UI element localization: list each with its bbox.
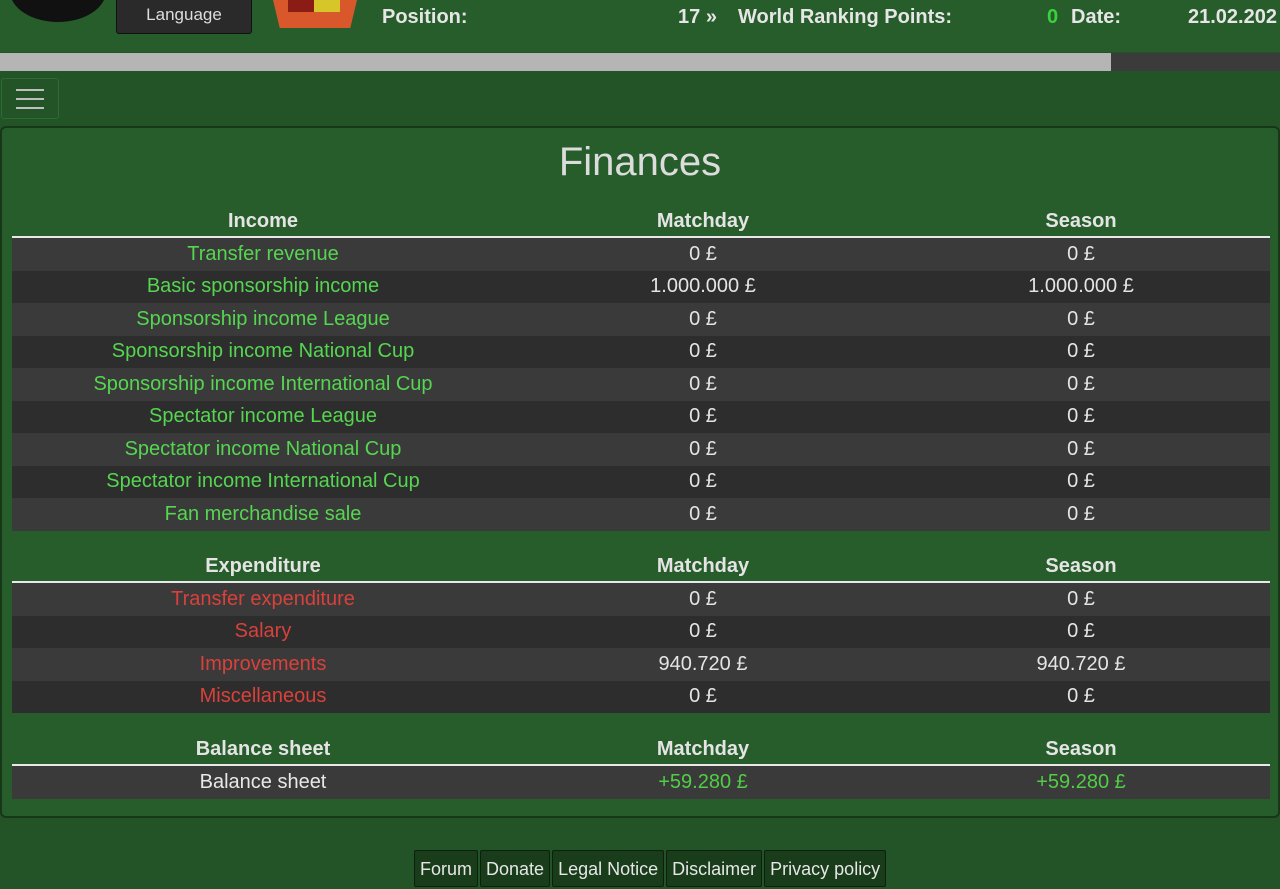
table-row: Balance sheet +59.280 £ +59.280 £ [12, 765, 1270, 799]
position-label: Position: [382, 6, 468, 28]
matchday-value: 1.000.000 £ [514, 270, 892, 303]
season-value: 0 £ [892, 303, 1270, 336]
matchday-value: +59.280 £ [514, 765, 892, 799]
ranking-value: 0 [1047, 6, 1059, 28]
season-header: Season [892, 734, 1270, 766]
table-row: Sponsorship income League 0 £0 £ [12, 303, 1270, 336]
position-number: 17 [678, 6, 701, 28]
season-value: 0 £ [892, 237, 1270, 271]
matchday-value: 0 £ [514, 582, 892, 616]
matchday-value: 0 £ [514, 303, 892, 336]
matchday-value: 940.720 £ [514, 648, 892, 681]
expenditure-header-row: Expenditure Matchday Season [12, 551, 1270, 583]
matchday-value: 0 £ [514, 498, 892, 531]
table-row: Transfer expenditure 0 £0 £ [12, 582, 1270, 616]
footer-link-forum[interactable]: Forum [414, 850, 479, 887]
table-row: Sponsorship income National Cup 0 £0 £ [12, 335, 1270, 368]
matchday-value: 0 £ [514, 335, 892, 368]
footer-link-donate[interactable]: Donate [480, 850, 551, 887]
row-label: Improvements [12, 648, 514, 681]
income-header-row: Income Matchday Season [12, 206, 1270, 238]
footer-link-legal-notice[interactable]: Legal Notice [552, 850, 665, 887]
row-label: Spectator income International Cup [12, 465, 514, 498]
language-button[interactable]: Language [116, 0, 252, 34]
row-label: Salary [12, 615, 514, 648]
season-value: 0 £ [892, 368, 1270, 401]
page-title: Finances [558, 140, 722, 184]
club-logo-icon[interactable] [10, 0, 106, 22]
season-header: Season [892, 206, 1270, 238]
footer-link-privacy-policy[interactable]: Privacy policy [764, 850, 887, 887]
matchday-value: 0 £ [514, 680, 892, 713]
matchday-value: 0 £ [514, 615, 892, 648]
income-table: Income Matchday Season Transfer revenue 0… [12, 206, 1270, 531]
position-value: 17 » [678, 6, 717, 29]
row-label: Fan merchandise sale [12, 498, 514, 531]
season-progress-bar [0, 53, 1280, 71]
season-value: 0 £ [892, 465, 1270, 498]
season-value: 0 £ [892, 680, 1270, 713]
matchday-value: 0 £ [514, 400, 892, 433]
row-label: Spectator income National Cup [12, 433, 514, 466]
season-value: 0 £ [892, 335, 1270, 368]
chevron-icon: » [705, 6, 717, 28]
ranking-label: World Ranking Points: [738, 6, 953, 28]
expenditure-table: Expenditure Matchday Season Transfer exp… [12, 551, 1270, 713]
balance-header-row: Balance sheet Matchday Season [12, 734, 1270, 766]
matchday-value: 0 £ [514, 237, 892, 271]
hamburger-menu-icon[interactable] [1, 78, 59, 119]
expenditure-header: Expenditure [12, 551, 514, 583]
finances-panel: Finances Income Matchday Season Transfer… [0, 126, 1280, 818]
table-row: Spectator income League 0 £0 £ [12, 400, 1270, 433]
matchday-header: Matchday [514, 206, 892, 238]
row-label: Miscellaneous [12, 680, 514, 713]
row-label: Spectator income League [12, 400, 514, 433]
balance-table: Balance sheet Matchday Season Balance sh… [12, 734, 1270, 799]
row-label: Basic sponsorship income [12, 270, 514, 303]
table-row: Basic sponsorship income 1.000.000 £1.000… [12, 270, 1270, 303]
season-value: 0 £ [892, 615, 1270, 648]
table-row: Spectator income International Cup 0 £0 £ [12, 465, 1270, 498]
row-label: Transfer revenue [12, 237, 514, 271]
top-header: Language Position: 17 » World Ranking Po… [0, 0, 1280, 52]
footer-links: Forum Donate Legal Notice Disclaimer Privacy… [414, 850, 887, 887]
season-value: +59.280 £ [892, 765, 1270, 799]
matchday-value: 0 £ [514, 368, 892, 401]
table-row: Spectator income National Cup 0 £0 £ [12, 433, 1270, 466]
table-row: Miscellaneous 0 £0 £ [12, 680, 1270, 713]
date-label: Date: [1071, 6, 1122, 28]
matchday-header: Matchday [514, 551, 892, 583]
table-row: Transfer revenue 0 £0 £ [12, 237, 1270, 271]
season-value: 0 £ [892, 400, 1270, 433]
crest-stripe-yellow [314, 0, 340, 12]
season-header: Season [892, 551, 1270, 583]
season-value: 0 £ [892, 498, 1270, 531]
crest-stripe-red [288, 0, 314, 12]
table-row: Fan merchandise sale 0 £0 £ [12, 498, 1270, 531]
matchday-header: Matchday [514, 734, 892, 766]
season-value: 0 £ [892, 582, 1270, 616]
row-label: Transfer expenditure [12, 582, 514, 616]
income-header: Income [12, 206, 514, 238]
row-label: Balance sheet [12, 765, 514, 799]
footer-link-disclaimer[interactable]: Disclaimer [666, 850, 763, 887]
table-row: Salary 0 £0 £ [12, 615, 1270, 648]
balance-header: Balance sheet [12, 734, 514, 766]
season-progress-fill [0, 53, 1112, 71]
row-label: Sponsorship income International Cup [12, 368, 514, 401]
date-value: 21.02.202 [1188, 6, 1277, 28]
row-label: Sponsorship income National Cup [12, 335, 514, 368]
matchday-value: 0 £ [514, 465, 892, 498]
season-value: 940.720 £ [892, 648, 1270, 681]
table-row: Sponsorship income International Cup 0 £0… [12, 368, 1270, 401]
table-row: Improvements 940.720 £940.720 £ [12, 648, 1270, 681]
row-label: Sponsorship income League [12, 303, 514, 336]
season-value: 0 £ [892, 433, 1270, 466]
season-value: 1.000.000 £ [892, 270, 1270, 303]
matchday-value: 0 £ [514, 433, 892, 466]
